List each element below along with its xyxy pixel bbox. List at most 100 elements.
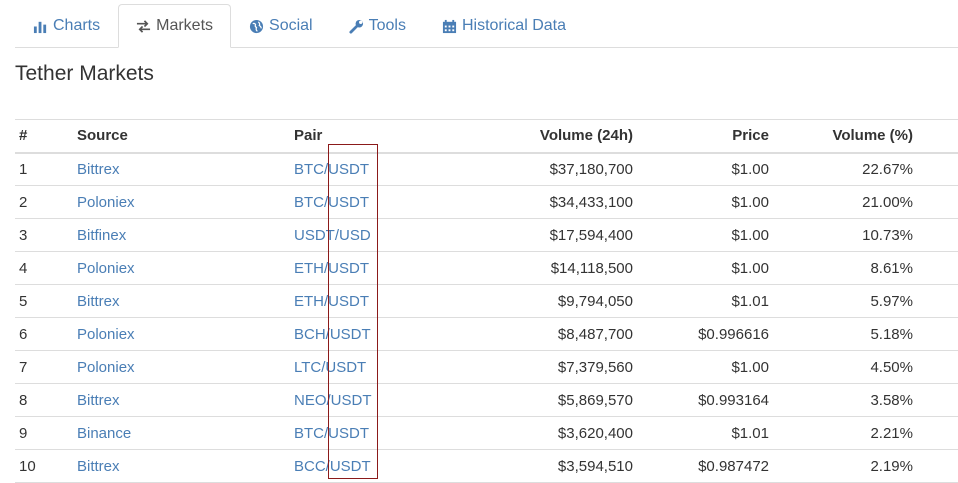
row-num: 10 [15,449,74,483]
row-spacer [917,449,958,483]
row-num: 4 [15,251,74,285]
tab-tools[interactable]: Tools [331,4,424,48]
row-num: 5 [15,284,74,318]
row-num: 1 [15,152,74,186]
row-spacer [917,350,958,384]
table-row: 10 Bittrex BCC/USDT $3,594,510 $0.987472… [15,449,958,483]
source-link[interactable]: Bittrex [74,284,290,318]
pair-link[interactable]: BTC/USDT [290,185,440,219]
pair-link[interactable]: BCC/USDT [290,449,440,483]
row-volume: $34,433,100 [440,185,637,219]
header-source: Source [74,119,290,154]
row-spacer [917,284,958,318]
row-price: $1.00 [637,218,773,252]
row-num: 8 [15,383,74,417]
markets-table: # Source Pair Volume (24h) Price Volume … [15,119,958,483]
pair-link[interactable]: BCH/USDT [290,317,440,351]
source-link[interactable]: Bittrex [74,449,290,483]
row-volume: $3,594,510 [440,449,637,483]
row-spacer [917,317,958,351]
row-spacer [917,185,958,219]
bar-chart-icon [33,19,48,34]
row-volume: $14,118,500 [440,251,637,285]
header-volume: Volume (24h) [440,119,637,154]
table-row: 2 Poloniex BTC/USDT $34,433,100 $1.00 21… [15,185,958,219]
table-row: 4 Poloniex ETH/USDT $14,118,500 $1.00 8.… [15,251,958,285]
row-volume: $17,594,400 [440,218,637,252]
row-price: $1.00 [637,152,773,186]
row-spacer [917,152,958,186]
row-price: $0.996616 [637,317,773,351]
row-volume-pct: 5.97% [773,284,917,318]
tab-label: Charts [53,17,101,34]
row-volume: $9,794,050 [440,284,637,318]
source-link[interactable]: Binance [74,416,290,450]
tab-label: Markets [156,17,214,34]
row-volume-pct: 22.67% [773,152,917,186]
source-link[interactable]: Bittrex [74,383,290,417]
row-num: 3 [15,218,74,252]
tab-label: Historical Data [461,17,566,34]
row-spacer [917,416,958,450]
header-num: # [15,119,74,154]
row-spacer [917,218,958,252]
row-volume: $8,487,700 [440,317,637,351]
table-row: 5 Bittrex ETH/USDT $9,794,050 $1.01 5.97… [15,284,958,318]
row-price: $1.00 [637,251,773,285]
row-volume-pct: 3.58% [773,383,917,417]
pair-link[interactable]: USDT/USD [290,218,440,252]
tab-markets[interactable]: Markets [118,4,232,48]
row-num: 9 [15,416,74,450]
tab-charts[interactable]: Charts [15,4,118,48]
row-spacer [917,251,958,285]
calendar-icon [442,19,457,34]
wrench-icon [349,19,364,34]
pair-link[interactable]: BTC/USDT [290,152,440,186]
row-price: $1.00 [637,185,773,219]
row-num: 7 [15,350,74,384]
row-price: $1.01 [637,284,773,318]
source-link[interactable]: Poloniex [74,350,290,384]
table-row: 6 Poloniex BCH/USDT $8,487,700 $0.996616… [15,317,958,351]
pair-link[interactable]: LTC/USDT [290,350,440,384]
table-row: 3 Bitfinex USDT/USD $17,594,400 $1.00 10… [15,218,958,252]
tab-social[interactable]: Social [231,4,331,48]
pair-link[interactable]: ETH/USDT [290,284,440,318]
page: Charts Markets Social Tools Historical D… [0,0,958,483]
row-spacer [917,383,958,417]
row-volume-pct: 2.21% [773,416,917,450]
source-link[interactable]: Poloniex [74,185,290,219]
row-price: $0.987472 [637,449,773,483]
source-link[interactable]: Poloniex [74,317,290,351]
row-num: 2 [15,185,74,219]
source-link[interactable]: Bitfinex [74,218,290,252]
row-volume: $3,620,400 [440,416,637,450]
row-volume: $5,869,570 [440,383,637,417]
row-volume-pct: 21.00% [773,185,917,219]
tab-bar: Charts Markets Social Tools Historical D… [15,4,958,48]
source-link[interactable]: Bittrex [74,152,290,186]
row-volume: $7,379,560 [440,350,637,384]
row-price: $1.00 [637,350,773,384]
pair-link[interactable]: ETH/USDT [290,251,440,285]
tab-label: Social [269,17,313,34]
globe-icon [249,19,264,34]
table-row: 8 Bittrex NEO/USDT $5,869,570 $0.993164 … [15,383,958,417]
row-price: $0.993164 [637,383,773,417]
row-volume-pct: 8.61% [773,251,917,285]
exchange-arrows-icon [136,19,151,34]
pair-link[interactable]: BTC/USDT [290,416,440,450]
row-volume-pct: 4.50% [773,350,917,384]
tab-label: Tools [368,17,406,34]
row-volume-pct: 5.18% [773,317,917,351]
table-row: 7 Poloniex LTC/USDT $7,379,560 $1.00 4.5… [15,350,958,384]
pair-link[interactable]: NEO/USDT [290,383,440,417]
table-header-row: # Source Pair Volume (24h) Price Volume … [15,119,958,154]
source-link[interactable]: Poloniex [74,251,290,285]
tab-historical-data[interactable]: Historical Data [424,4,584,48]
row-num: 6 [15,317,74,351]
row-price: $1.01 [637,416,773,450]
header-spacer [917,119,958,154]
header-pair: Pair [290,119,440,154]
table-row: 9 Binance BTC/USDT $3,620,400 $1.01 2.21… [15,416,958,450]
